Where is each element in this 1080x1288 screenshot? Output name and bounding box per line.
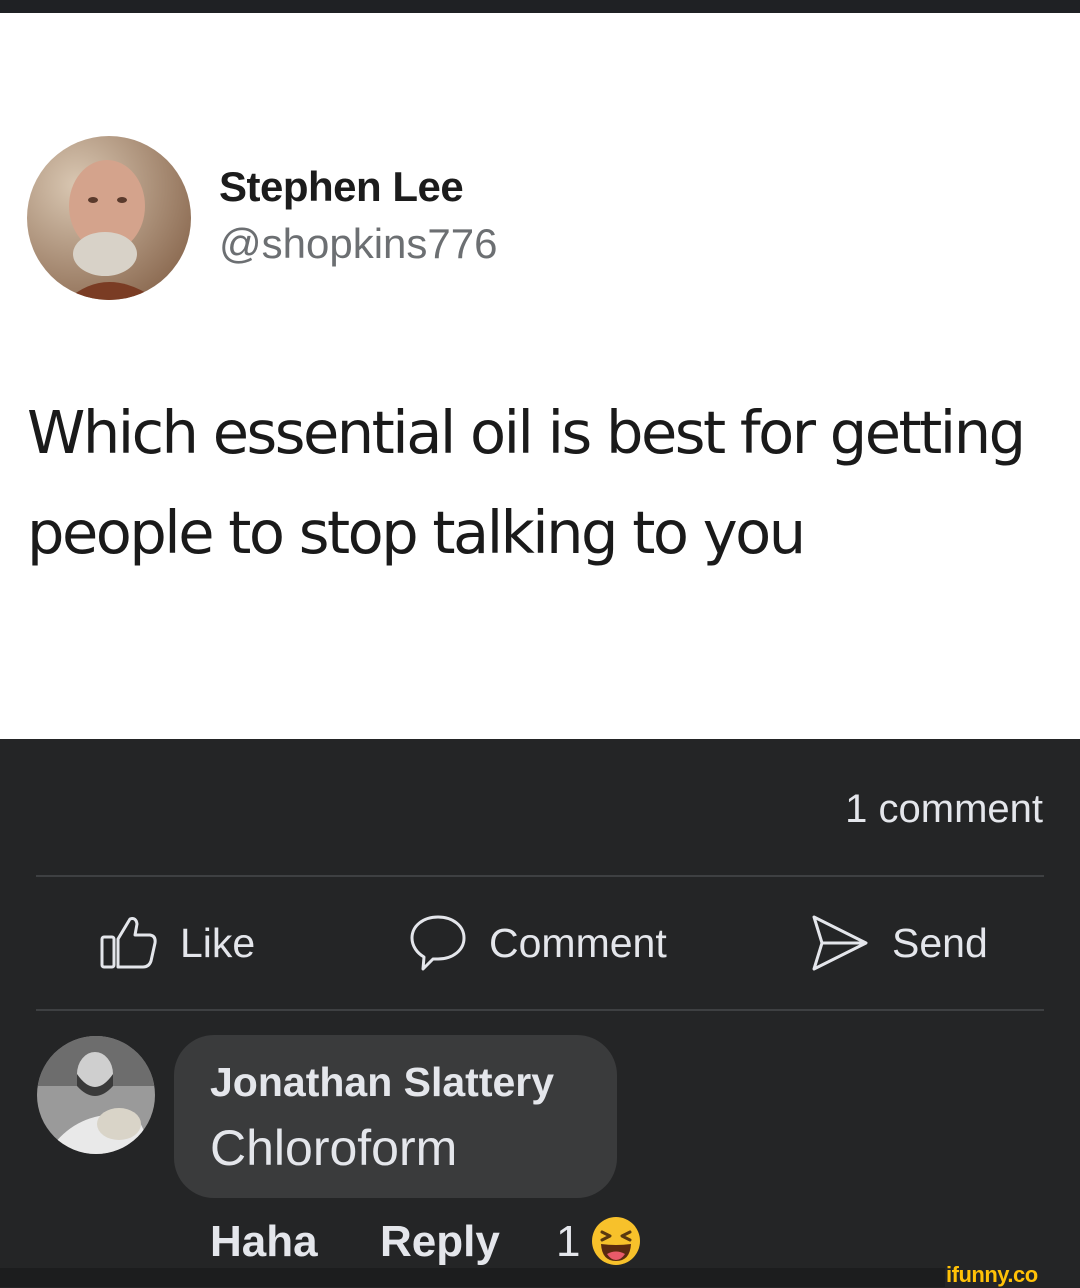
speech-bubble-icon (409, 914, 467, 972)
comment-bubble: Jonathan Slattery Chloroform (174, 1035, 617, 1198)
comment-count[interactable]: 1 comment (845, 787, 1043, 832)
divider-top (36, 875, 1044, 877)
divider-bottom (36, 1009, 1044, 1011)
comment-button[interactable]: Comment (409, 913, 667, 973)
tweet-author-name: Stephen Lee (219, 163, 464, 210)
top-bar (0, 0, 1080, 13)
laughing-emoji-icon[interactable] (590, 1215, 642, 1267)
reply-button[interactable]: Reply (380, 1217, 500, 1267)
comment-author-name[interactable]: Jonathan Slattery (210, 1059, 554, 1106)
haha-button[interactable]: Haha (210, 1217, 318, 1267)
comment-label: Comment (489, 919, 667, 966)
like-label: Like (180, 919, 256, 966)
bottom-strip (0, 1268, 945, 1287)
tweet-text-line-2: people to stop talking to you (27, 498, 806, 567)
reaction-count[interactable]: 1 (556, 1217, 580, 1267)
send-label: Send (892, 919, 988, 966)
comment-text: Chloroform (210, 1120, 458, 1176)
tweet-text-line-1: Which essential oil is best for getting (27, 398, 1026, 467)
tweet-image: Stephen Lee @shopkins776 Which essential… (0, 13, 1080, 739)
send-icon (810, 913, 870, 973)
post-footer: 1 comment Like Comment Send Jonathan Sla… (0, 739, 1080, 1287)
watermark: ifunny.co (946, 1262, 1038, 1287)
commenter-avatar[interactable] (37, 1036, 155, 1154)
like-button[interactable]: Like (100, 913, 255, 973)
tweet-author-avatar (27, 136, 191, 300)
send-button[interactable]: Send (810, 913, 988, 973)
tweet-author-handle: @shopkins776 (219, 220, 498, 267)
tweet-text: Which essential oil is best for getting … (27, 383, 1072, 583)
thumbs-up-icon (100, 915, 158, 971)
